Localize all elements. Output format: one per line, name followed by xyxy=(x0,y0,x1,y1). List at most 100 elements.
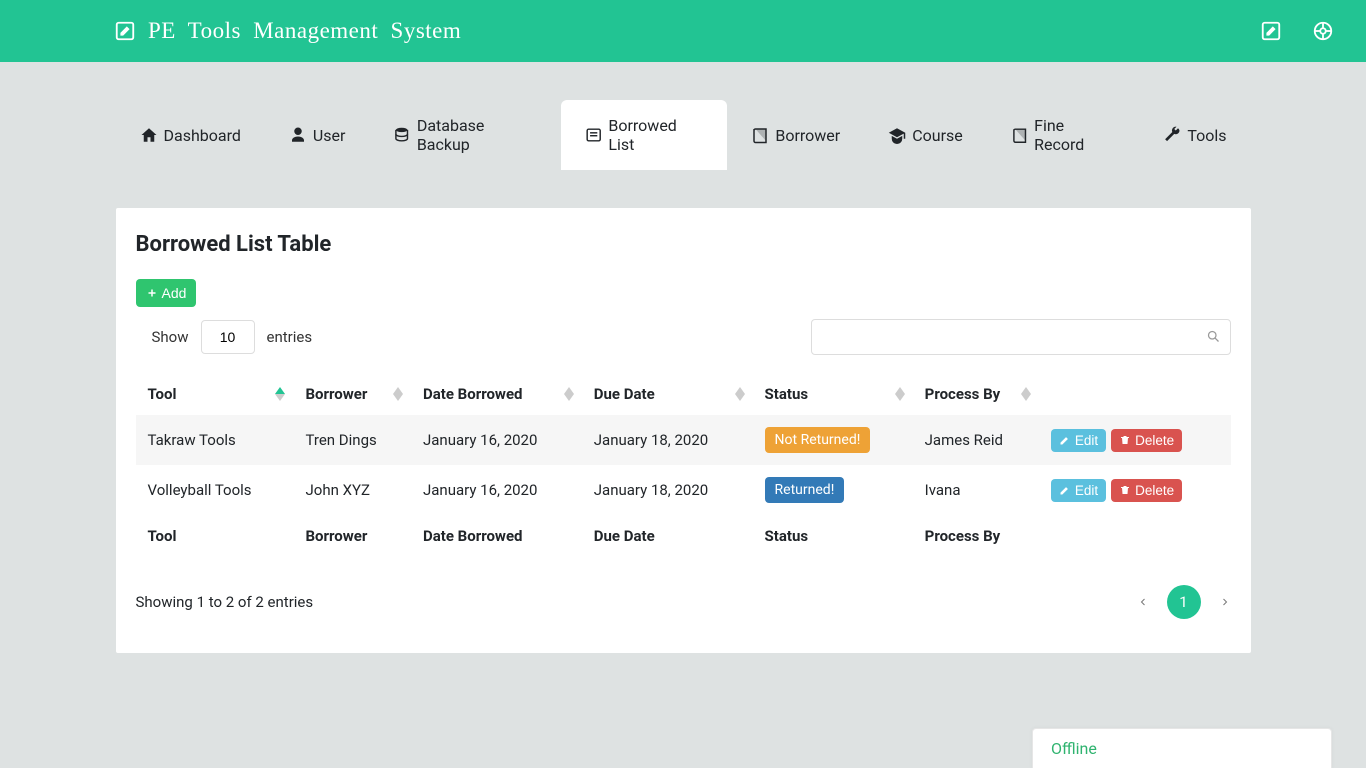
footcol-borrower: Borrower xyxy=(293,515,411,557)
col-label: Tool xyxy=(148,385,177,403)
cell-due-date: January 18, 2020 xyxy=(582,465,753,515)
status-badge: Not Returned! xyxy=(765,427,871,453)
footcol-actions xyxy=(1039,515,1231,557)
table-info: Showing 1 to 2 of 2 entries xyxy=(136,593,314,611)
cell-date-borrowed: January 16, 2020 xyxy=(411,465,582,515)
col-process-by[interactable]: Process By xyxy=(913,373,1039,415)
tab-label: Borrowed List xyxy=(608,116,703,154)
tab-borrower[interactable]: Borrower xyxy=(727,100,864,170)
cell-status: Not Returned! xyxy=(753,415,913,465)
tab-label: Course xyxy=(912,126,963,145)
col-label: Status xyxy=(765,385,809,403)
cell-status: Returned! xyxy=(753,465,913,515)
tab-label: Dashboard xyxy=(164,126,241,145)
col-status[interactable]: Status xyxy=(753,373,913,415)
content-panel: Borrowed List Table Add Show entries Too… xyxy=(116,208,1251,653)
search-wrap xyxy=(811,319,1231,355)
borrowed-list-table: ToolBorrowerDate BorrowedDue DateStatusP… xyxy=(136,373,1231,557)
sort-icon xyxy=(735,387,745,401)
sort-icon xyxy=(275,387,285,401)
sort-icon xyxy=(393,387,403,401)
page-1-button[interactable]: 1 xyxy=(1167,585,1201,619)
footcol-due-date: Due Date xyxy=(582,515,753,557)
cell-process-by: Ivana xyxy=(913,465,1039,515)
cell-borrower: Tren Dings xyxy=(293,415,411,465)
top-actions xyxy=(1260,20,1334,42)
offline-widget[interactable]: Offline xyxy=(1032,728,1332,768)
tab-dashboard[interactable]: Dashboard xyxy=(116,100,265,170)
plus-icon xyxy=(146,287,158,299)
brand-title: PE Tools Management System xyxy=(148,18,461,44)
pencil-icon xyxy=(1059,434,1071,446)
add-button[interactable]: Add xyxy=(136,279,197,307)
prev-page-icon[interactable] xyxy=(1137,596,1149,608)
tab-user[interactable]: User xyxy=(265,100,370,170)
entries-label: entries xyxy=(267,328,313,346)
home-icon xyxy=(140,126,158,144)
cell-actions: EditDelete xyxy=(1039,465,1231,515)
footcol-status: Status xyxy=(753,515,913,557)
user-icon xyxy=(289,126,307,144)
edit-button[interactable]: Edit xyxy=(1051,429,1106,452)
tab-tools[interactable]: Tools xyxy=(1139,100,1250,170)
tab-fine-record[interactable]: Fine Record xyxy=(987,100,1140,170)
tab-label: Fine Record xyxy=(1034,116,1115,154)
cell-date-borrowed: January 16, 2020 xyxy=(411,415,582,465)
topbar: PE Tools Management System xyxy=(0,0,1366,62)
col-label: Date Borrowed xyxy=(423,385,523,403)
list-icon xyxy=(585,126,602,144)
col-date-borrowed[interactable]: Date Borrowed xyxy=(411,373,582,415)
col-label: Due Date xyxy=(594,385,655,403)
table-header-row: Tool Borrower Date Borrowed Due Date Status P… xyxy=(136,373,1231,415)
search-input[interactable] xyxy=(811,319,1231,355)
status-badge: Returned! xyxy=(765,477,845,503)
table-controls: Show entries xyxy=(136,319,1231,355)
col-borrower[interactable]: Borrower xyxy=(293,373,411,415)
page-title: Borrowed List Table xyxy=(136,232,1231,257)
tab-database-backup[interactable]: Database Backup xyxy=(369,100,561,170)
delete-button[interactable]: Delete xyxy=(1111,479,1182,502)
tab-label: Database Backup xyxy=(417,116,537,154)
cell-due-date: January 18, 2020 xyxy=(582,415,753,465)
delete-button[interactable]: Delete xyxy=(1111,429,1182,452)
database-icon xyxy=(393,126,410,144)
footcol-tool: Tool xyxy=(136,515,294,557)
table-row: Takraw ToolsTren DingsJanuary 16, 2020Ja… xyxy=(136,415,1231,465)
trash-icon xyxy=(1119,484,1131,496)
col-due-date[interactable]: Due Date xyxy=(582,373,753,415)
cell-process-by: James Reid xyxy=(913,415,1039,465)
gradcap-icon xyxy=(888,126,906,144)
show-label: Show xyxy=(152,328,189,346)
tab-borrowed-list[interactable]: Borrowed List xyxy=(561,100,727,170)
sort-icon xyxy=(564,387,574,401)
wrench-icon xyxy=(1163,126,1181,144)
search-icon xyxy=(1206,329,1221,344)
table-footer-row: ToolBorrowerDate BorrowedDue DateStatusP… xyxy=(136,515,1231,557)
cell-tool: Volleyball Tools xyxy=(136,465,294,515)
nav-tabs: Dashboard User Database Backup Borrowed Lis… xyxy=(116,62,1251,170)
col-tool[interactable]: Tool xyxy=(136,373,294,415)
compose-icon[interactable] xyxy=(1260,20,1282,42)
col-label: Borrower xyxy=(305,385,367,403)
brand-edit-icon xyxy=(114,20,136,42)
tab-course[interactable]: Course xyxy=(864,100,987,170)
sort-icon xyxy=(1021,387,1031,401)
col-actions xyxy=(1039,373,1231,415)
trash-icon xyxy=(1119,434,1131,446)
add-button-label: Add xyxy=(162,285,187,301)
footcol-process-by: Process By xyxy=(913,515,1039,557)
cell-borrower: John XYZ xyxy=(293,465,411,515)
page-length-input[interactable] xyxy=(201,320,255,354)
support-icon[interactable] xyxy=(1312,20,1334,42)
pagination: 1 xyxy=(1137,585,1231,619)
tab-label: Tools xyxy=(1187,126,1226,145)
footcol-date-borrowed: Date Borrowed xyxy=(411,515,582,557)
tab-label: User xyxy=(313,126,346,145)
cell-actions: EditDelete xyxy=(1039,415,1231,465)
sort-icon xyxy=(895,387,905,401)
tab-label: Borrower xyxy=(775,126,840,145)
next-page-icon[interactable] xyxy=(1219,596,1231,608)
pencil-icon xyxy=(1059,484,1071,496)
brand[interactable]: PE Tools Management System xyxy=(114,18,461,44)
edit-button[interactable]: Edit xyxy=(1051,479,1106,502)
